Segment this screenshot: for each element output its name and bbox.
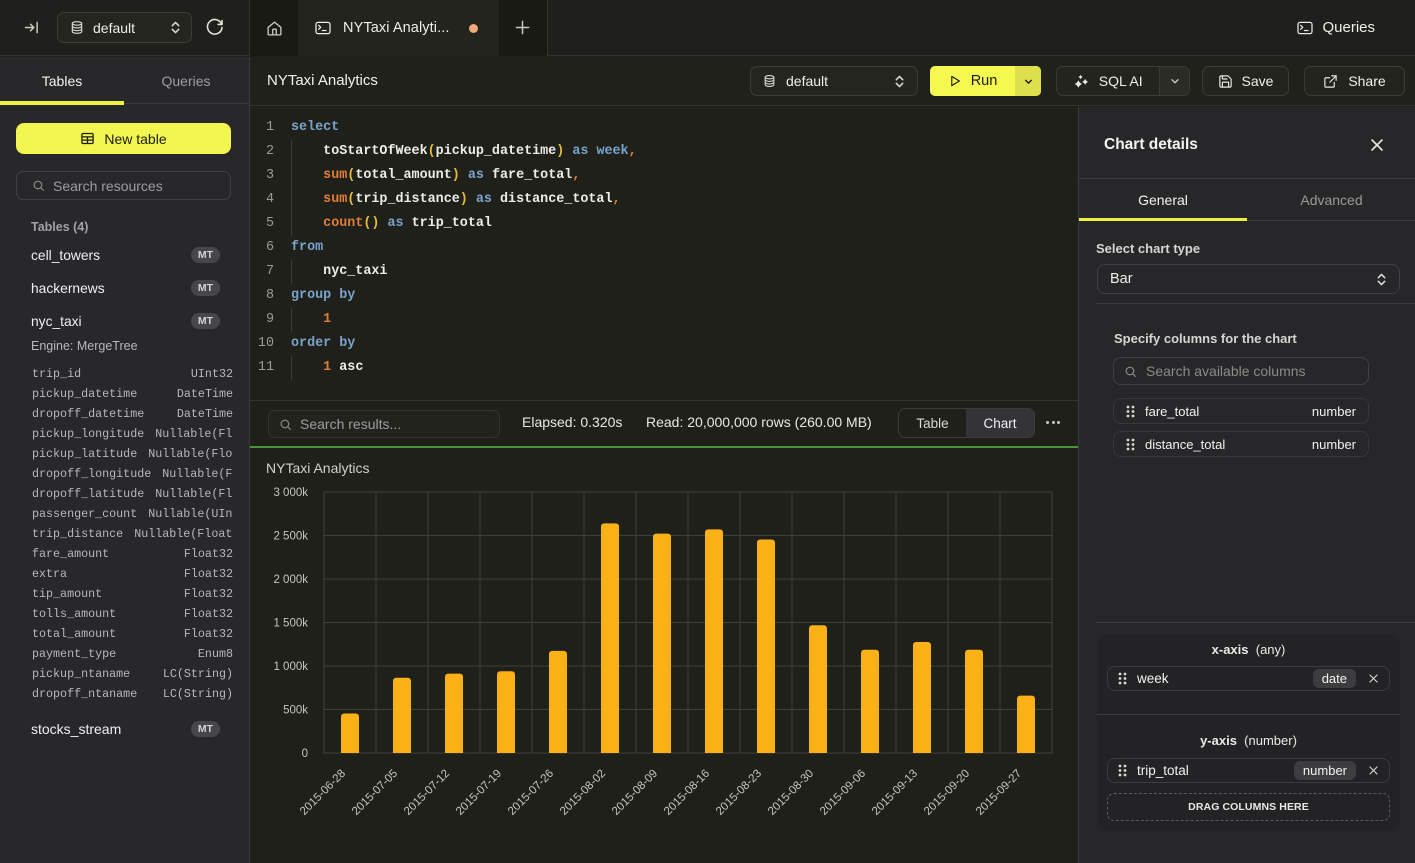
svg-text:2 000k: 2 000k bbox=[273, 574, 308, 586]
svg-text:2015-08-23: 2015-08-23 bbox=[714, 768, 764, 818]
svg-text:2015-06-28: 2015-06-28 bbox=[298, 768, 348, 818]
svg-text:1 500k: 1 500k bbox=[273, 618, 308, 630]
svg-text:2015-07-19: 2015-07-19 bbox=[454, 768, 504, 818]
svg-text:0: 0 bbox=[302, 748, 308, 760]
svg-text:2015-09-13: 2015-09-13 bbox=[870, 768, 920, 818]
svg-text:2015-09-20: 2015-09-20 bbox=[922, 768, 972, 818]
svg-text:2015-08-02: 2015-08-02 bbox=[558, 768, 608, 818]
svg-text:1 000k: 1 000k bbox=[273, 661, 308, 673]
svg-text:2015-09-06: 2015-09-06 bbox=[818, 768, 868, 818]
svg-text:2015-07-05: 2015-07-05 bbox=[350, 768, 400, 818]
svg-text:2015-09-27: 2015-09-27 bbox=[974, 768, 1024, 818]
svg-text:2015-07-26: 2015-07-26 bbox=[506, 768, 556, 818]
svg-text:2015-08-16: 2015-08-16 bbox=[662, 768, 712, 818]
svg-text:500k: 500k bbox=[283, 705, 308, 717]
svg-text:2015-07-12: 2015-07-12 bbox=[402, 768, 452, 818]
svg-text:2015-08-30: 2015-08-30 bbox=[766, 768, 816, 818]
svg-text:2015-08-09: 2015-08-09 bbox=[610, 768, 660, 818]
svg-text:2 500k: 2 500k bbox=[273, 531, 308, 543]
svg-text:3 000k: 3 000k bbox=[273, 487, 308, 499]
